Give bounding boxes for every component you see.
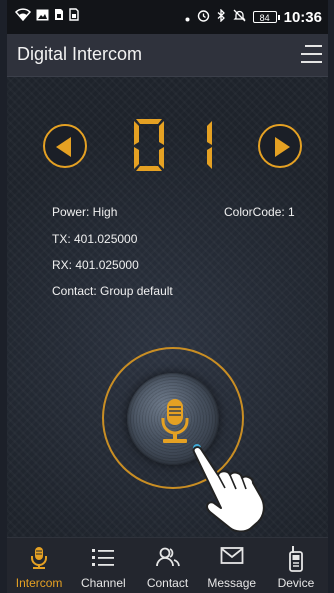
nav-label: Message xyxy=(207,576,257,590)
dot-icon xyxy=(185,10,190,25)
arrow-right-icon xyxy=(275,137,290,157)
microphone-icon xyxy=(160,398,190,449)
nav-message[interactable]: Message xyxy=(200,538,264,593)
nav-label: Intercom xyxy=(15,576,63,590)
power-label: Power: High xyxy=(52,205,118,219)
arrow-left-icon xyxy=(56,137,71,157)
status-bar: 84 10:36 xyxy=(7,0,328,34)
envelope-icon xyxy=(220,546,244,571)
pointing-hand-icon xyxy=(188,442,274,537)
menu-icon xyxy=(305,45,322,47)
nav-label: Contact xyxy=(146,576,189,590)
contacts-icon xyxy=(155,546,180,573)
microphone-icon xyxy=(29,546,49,575)
channel-number xyxy=(128,117,218,173)
next-channel-button[interactable] xyxy=(258,124,302,168)
nav-label: Channel xyxy=(80,576,126,590)
status-time: 10:36 xyxy=(283,8,322,26)
nav-label: Device xyxy=(277,576,315,590)
alarm-icon xyxy=(197,9,210,25)
nav-contact[interactable]: Contact xyxy=(135,538,199,593)
sim-icon xyxy=(54,8,64,26)
nav-device[interactable]: Device xyxy=(264,538,328,593)
app-header: Digital Intercom xyxy=(7,34,328,77)
image-icon xyxy=(36,8,49,26)
contact-label: Contact: Group default xyxy=(52,284,173,298)
previous-channel-button[interactable] xyxy=(43,124,87,168)
sim-icon xyxy=(69,8,79,26)
rx-frequency: RX: 401.025000 xyxy=(52,258,139,272)
digit-0-display xyxy=(134,119,164,171)
radio-device-icon xyxy=(288,546,304,577)
list-icon xyxy=(91,546,115,573)
nav-channel[interactable]: Channel xyxy=(71,538,135,593)
wifi-icon xyxy=(14,8,32,26)
mute-icon xyxy=(233,9,246,25)
nav-intercom[interactable]: Intercom xyxy=(7,538,71,593)
tx-frequency: TX: 401.025000 xyxy=(52,232,138,246)
color-code-label: ColorCode: 1 xyxy=(224,205,295,219)
menu-icon xyxy=(301,61,322,63)
page-title: Digital Intercom xyxy=(17,44,143,64)
app-screen: 84 10:36 Digital Intercom Power: High Co… xyxy=(7,0,328,593)
digit-1-display xyxy=(207,121,212,169)
menu-button[interactable] xyxy=(298,42,322,66)
intercom-panel: Power: High ColorCode: 1 TX: 401.025000 … xyxy=(7,77,328,537)
menu-icon xyxy=(301,53,322,55)
battery-icon: 84 xyxy=(252,11,280,23)
bluetooth-icon xyxy=(217,8,226,25)
bottom-navigation: Intercom Channel Contact Message Device xyxy=(7,537,328,593)
